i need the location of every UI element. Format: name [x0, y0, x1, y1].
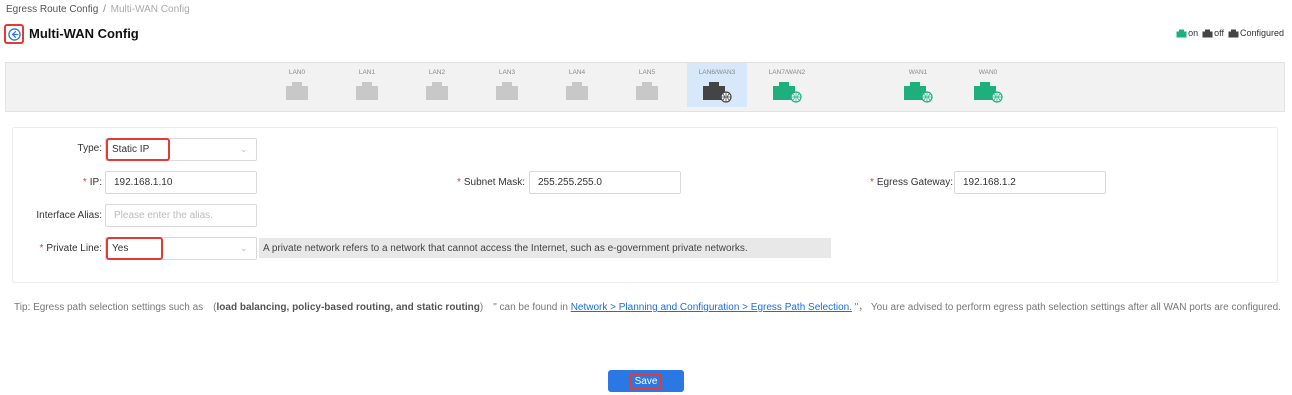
port-wan1[interactable]: WAN1 [888, 63, 948, 107]
type-label: Type: [77, 143, 102, 154]
ethernet-port-icon [356, 82, 378, 100]
port-lan4[interactable]: LAN4 [547, 63, 607, 107]
port-status-legend: on off Configured [1172, 28, 1284, 38]
type-selected-value: Static IP [106, 138, 170, 161]
private-line-label-text: Private Line: [46, 243, 102, 254]
port-label: LAN7/WAN2 [768, 69, 806, 76]
ip-input[interactable]: 192.168.1.10 [105, 171, 257, 194]
port-on-icon [1176, 29, 1187, 37]
port-label: LAN1 [358, 69, 376, 76]
required-marker: * [869, 177, 874, 188]
active-port-globe-icon [773, 82, 802, 103]
legend-configured-label: Configured [1239, 28, 1284, 38]
ip-label-text: IP: [89, 177, 102, 188]
subnet-mask-label-text: Subnet Mask: [463, 177, 525, 188]
active-port-globe-icon [904, 82, 933, 103]
tip-bold: load balancing, policy-based routing, an… [216, 302, 480, 313]
port-lan2[interactable]: LAN2 [407, 63, 467, 107]
ethernet-port-icon [286, 82, 308, 100]
ethernet-port-icon [426, 82, 448, 100]
port-lan6-wan3[interactable]: LAN6/WAN3 [687, 63, 747, 107]
port-lan3[interactable]: LAN3 [477, 63, 537, 107]
breadcrumb-separator: / [103, 4, 106, 15]
port-configured-icon [1228, 29, 1239, 37]
subnet-mask-label: * Subnet Mask: [420, 177, 525, 188]
save-button-label: Save [629, 372, 663, 390]
chevron-down-icon: ⌄ [240, 144, 248, 154]
port-lan5[interactable]: LAN5 [617, 63, 677, 107]
egress-path-tip: Tip: Egress path selection settings such… [14, 299, 1284, 316]
breadcrumb-current: Multi-WAN Config [110, 4, 190, 15]
legend-off-label: off [1214, 28, 1224, 38]
private-line-hint: A private network refers to a network th… [259, 238, 831, 258]
private-line-select[interactable]: Yes ⌄ [105, 237, 257, 260]
egress-gateway-input[interactable]: 192.168.1.2 [954, 171, 1106, 194]
legend-configured: Configured [1228, 28, 1284, 38]
port-label: LAN6/WAN3 [698, 69, 736, 76]
egress-gateway-label: * Egress Gateway: [835, 177, 953, 188]
subnet-mask-input[interactable]: 255.255.255.0 [529, 171, 681, 194]
ethernet-port-icon [566, 82, 588, 100]
egress-path-selection-link[interactable]: Network > Planning and Configuration > E… [571, 302, 852, 313]
port-label: LAN0 [288, 69, 306, 76]
interface-alias-label: Interface Alias: [36, 210, 102, 221]
type-select[interactable]: Static IP ⌄ [105, 138, 257, 161]
configured-port-globe-icon [703, 82, 732, 103]
active-port-globe-icon [974, 82, 1003, 103]
tip-middle: ) " can be found in [479, 302, 571, 313]
ip-label: * IP: [20, 177, 102, 188]
port-label: WAN0 [978, 69, 998, 76]
port-lan7-wan2[interactable]: LAN7/WAN2 [757, 63, 817, 107]
back-button[interactable] [4, 24, 24, 44]
save-button[interactable]: Save [608, 370, 684, 392]
port-label: LAN5 [638, 69, 656, 76]
port-label: LAN4 [568, 69, 586, 76]
port-panel: LAN0 LAN1 LAN2 LAN3 LAN4 LAN5 LAN6/WAN3 … [5, 62, 1285, 112]
port-lan0[interactable]: LAN0 [267, 63, 327, 107]
required-marker: * [456, 177, 461, 188]
private-line-selected-value: Yes [106, 237, 163, 260]
private-line-label: * Private Line: [14, 243, 103, 254]
tip-prefix: Tip: Egress path selection settings such… [14, 302, 217, 313]
ethernet-port-icon [496, 82, 518, 100]
breadcrumb: Egress Route Config / Multi-WAN Config [6, 4, 190, 15]
required-marker: * [39, 243, 44, 254]
page-title: Multi-WAN Config [29, 26, 139, 41]
egress-gateway-label-text: Egress Gateway: [876, 177, 953, 188]
port-label: LAN3 [498, 69, 516, 76]
tip-suffix: "， You are advised to perform egress pat… [851, 302, 1281, 313]
back-arrow-icon [7, 27, 21, 41]
breadcrumb-parent[interactable]: Egress Route Config [6, 4, 98, 15]
port-wan0[interactable]: WAN0 [958, 63, 1018, 107]
port-lan1[interactable]: LAN1 [337, 63, 397, 107]
port-label: WAN1 [908, 69, 928, 76]
port-label: LAN2 [428, 69, 446, 76]
required-marker: * [82, 177, 87, 188]
legend-on-label: on [1188, 28, 1199, 38]
port-off-icon [1202, 29, 1213, 37]
ethernet-port-icon [636, 82, 658, 100]
interface-alias-input[interactable]: Please enter the alias. [105, 204, 257, 227]
legend-off: off [1202, 28, 1224, 38]
legend-on: on [1176, 28, 1198, 38]
chevron-down-icon: ⌄ [240, 243, 248, 253]
